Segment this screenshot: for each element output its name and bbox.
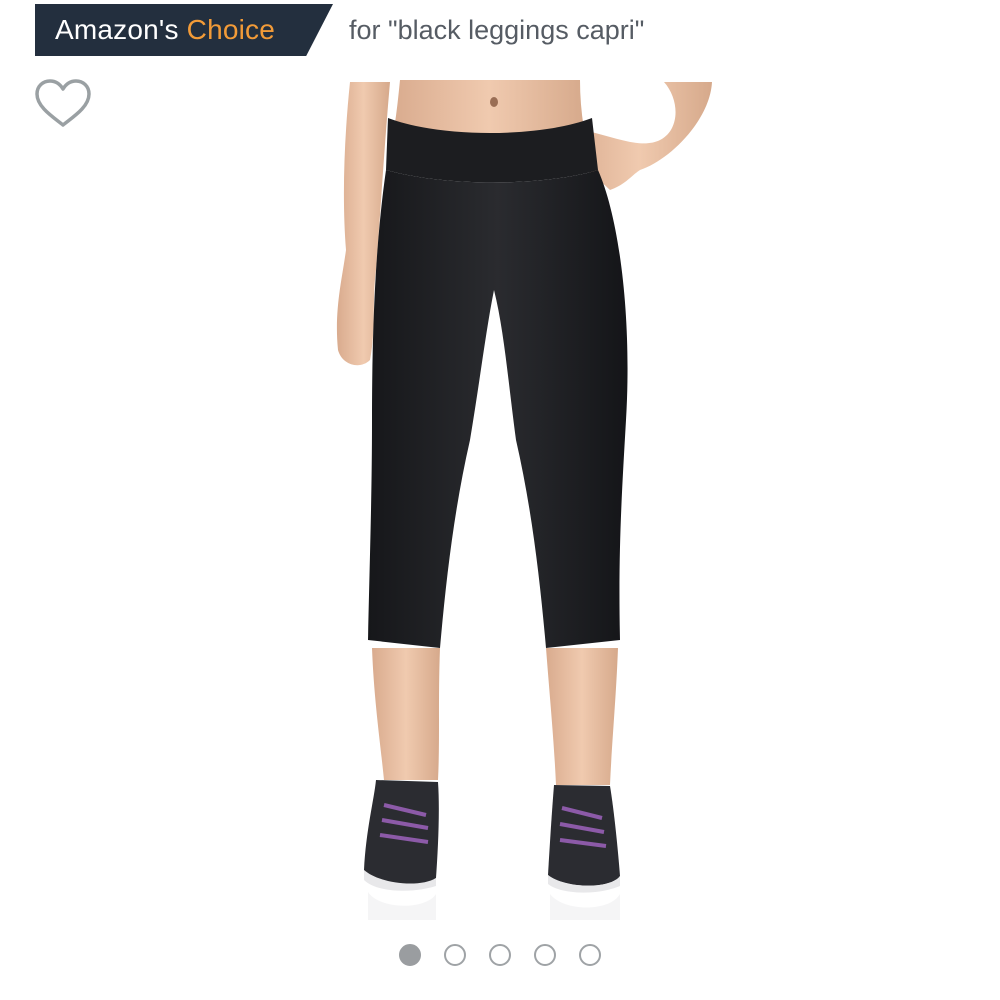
- search-query-text: for "black leggings capri": [349, 14, 645, 45]
- carousel-dot-4[interactable]: [534, 944, 556, 966]
- badge-brand-text: Amazon's: [55, 14, 187, 45]
- leggings-illustration: [336, 80, 712, 920]
- carousel-dot-2[interactable]: [444, 944, 466, 966]
- product-image[interactable]: [280, 80, 740, 930]
- product-image-page: Amazon's Choice for "black leggings capr…: [0, 0, 1000, 1000]
- carousel-dot-5[interactable]: [579, 944, 601, 966]
- carousel-dots: [0, 944, 1000, 968]
- wishlist-button[interactable]: [33, 78, 93, 130]
- heart-outline-icon: [35, 79, 91, 127]
- badge-choice-text: Choice: [186, 14, 276, 45]
- amazons-choice-row: Amazon's Choice for "black leggings capr…: [35, 4, 644, 56]
- carousel-dot-3[interactable]: [489, 944, 511, 966]
- amazons-choice-badge: Amazon's Choice: [35, 4, 333, 56]
- carousel-dot-1[interactable]: [399, 944, 421, 966]
